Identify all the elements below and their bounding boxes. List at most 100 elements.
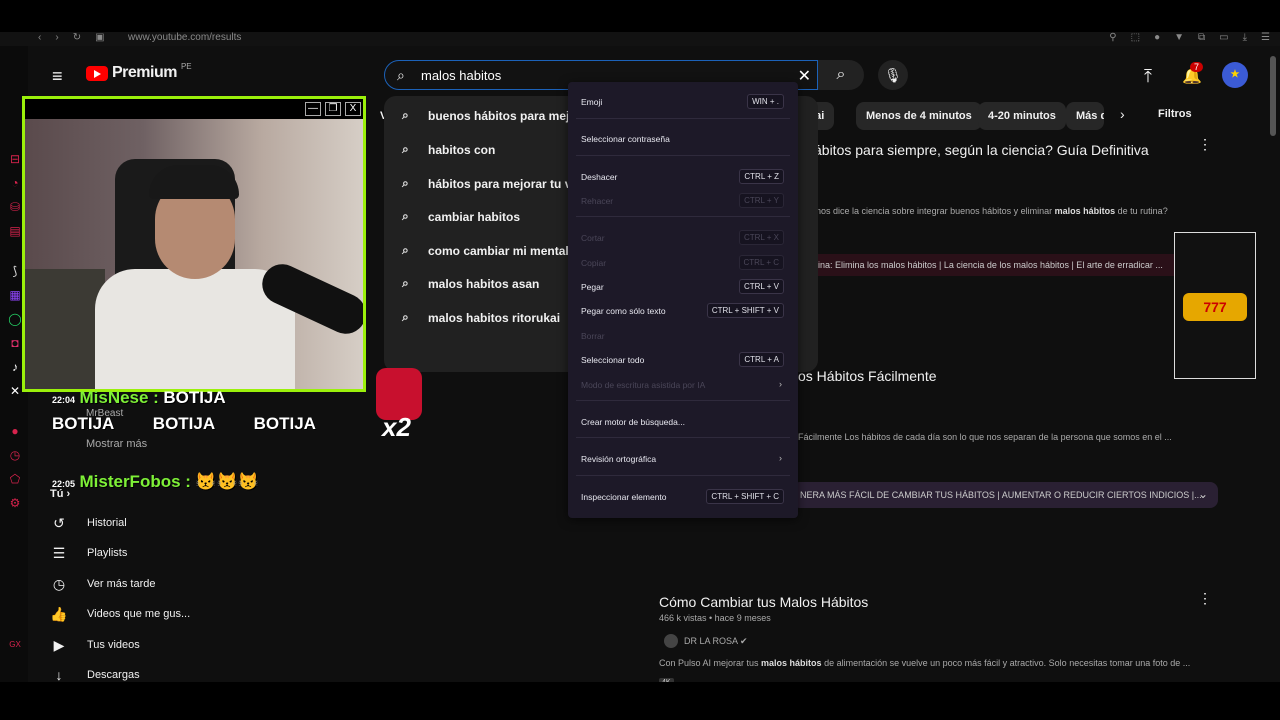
upload-icon[interactable]: ⤒ xyxy=(1144,66,1152,87)
vpn-icon[interactable]: ▼ xyxy=(1174,32,1184,43)
extension-icon[interactable]: ⚲ xyxy=(1109,32,1116,43)
menu-item-paste-plain[interactable]: Pegar como sólo texto CTRL + SHIFT + V xyxy=(568,302,798,320)
result-3-channel[interactable]: DR LA ROSA ✔ xyxy=(684,636,748,647)
minimize-icon[interactable]: — xyxy=(305,102,321,116)
result-1-title[interactable]: ábitos para siempre, según la ciencia? G… xyxy=(814,142,1149,158)
letterbox-bottom xyxy=(0,682,1280,720)
guide-item-downloads[interactable]: ↓ Descargas xyxy=(50,664,290,682)
logo-region: PE xyxy=(180,62,192,71)
result-1-chapters[interactable]: sciplina: Elimina los malos hábitos | La… xyxy=(792,254,1176,276)
search-icon: ⌕ xyxy=(402,310,409,324)
twitch-icon[interactable]: ▦ xyxy=(8,288,22,302)
result-2-title[interactable]: os Hábitos Fácilmente xyxy=(798,368,937,384)
whatsapp-icon[interactable]: ◯ xyxy=(8,312,22,326)
clock-icon: ◷ xyxy=(52,576,66,592)
menu-item-ai-writing: Modo de escritura asistida por IA › xyxy=(581,379,782,390)
gx-control-icon[interactable]: ◔ xyxy=(8,176,22,190)
playlist-icon: ☰ xyxy=(52,545,66,561)
youtube-play-icon xyxy=(86,65,108,81)
ad-thumbnail[interactable]: 777 xyxy=(1174,232,1256,379)
instagram-icon[interactable]: ◘ xyxy=(8,336,22,350)
tiktok-icon[interactable]: ♪ xyxy=(8,360,22,374)
chip[interactable]: Menos de 4 minutos xyxy=(856,102,982,130)
filters-button[interactable]: Filtros xyxy=(1158,108,1192,120)
search-input[interactable]: malos habitos xyxy=(421,68,501,83)
menu-item-create-search-engine[interactable]: Crear motor de búsqueda... xyxy=(568,413,798,431)
webcam-title-bar: — ❐ X xyxy=(25,99,363,119)
avatar[interactable]: ★ xyxy=(1222,62,1248,88)
wallet-icon[interactable]: ▭ xyxy=(1219,32,1228,43)
menu-item-spellcheck[interactable]: Revisión ortográfica › xyxy=(568,450,798,468)
slot-machine-icon: 777 xyxy=(1183,293,1247,321)
chip[interactable]: Más d xyxy=(1066,102,1104,130)
chat-line: 22:04 MisNese : BOTIJA xyxy=(52,388,226,407)
menu-item-select-password[interactable]: Seleccionar contraseña xyxy=(568,130,798,148)
result-3-title[interactable]: Cómo Cambiar tus Malos Hábitos xyxy=(659,594,868,610)
shield-icon[interactable]: ● xyxy=(1154,32,1160,43)
forward-icon[interactable]: › xyxy=(55,32,58,43)
snapshot-icon[interactable]: ⬚ xyxy=(1131,32,1140,43)
channel-avatar[interactable] xyxy=(664,634,678,648)
gx-tiktok-alt-icon[interactable]: ⟆ xyxy=(8,264,22,278)
extensions-icon[interactable]: ⬠ xyxy=(8,472,22,486)
screen: ‹ › ↻ ▣ www.youtube.com/results ⚲ ⬚ ● ▼ … xyxy=(0,0,1280,720)
search-icon: ⌕ xyxy=(402,209,409,223)
scrollbar[interactable] xyxy=(1270,56,1276,136)
close-icon[interactable]: X xyxy=(345,102,361,116)
menu-item-paste[interactable]: Pegar CTRL + V xyxy=(568,278,798,296)
chip[interactable]: 4-20 minutos xyxy=(978,102,1066,130)
chevron-right-icon: › xyxy=(779,453,782,463)
thumbs-up-icon: 👍 xyxy=(50,606,68,622)
menu-icon[interactable]: ☰ xyxy=(1261,32,1270,43)
menu-item-emoji[interactable]: Emoji WIN + . xyxy=(568,93,798,111)
maximize-icon[interactable]: ❐ xyxy=(325,102,341,116)
guide-item-liked-videos[interactable]: 👍 Videos que me gus... xyxy=(50,603,290,627)
guide-item-your-videos[interactable]: ▶ Tus videos xyxy=(50,634,290,658)
chevron-right-icon[interactable]: › xyxy=(1120,106,1125,122)
search-icon: ⌕ xyxy=(402,142,409,156)
microphone-icon: 🎙 xyxy=(884,67,902,83)
menu-item-delete: Borrar xyxy=(581,331,605,341)
guide-item-history[interactable]: ↺ Historial xyxy=(50,512,290,536)
search-icon: ⌕ xyxy=(836,66,846,83)
chat-line: 22:05 MisterFobos : 😾😾😾 xyxy=(52,472,259,491)
gx-logo-icon[interactable]: GX xyxy=(8,638,22,652)
url-field[interactable]: www.youtube.com/results xyxy=(128,32,241,43)
tabs-icon[interactable]: ▣ xyxy=(95,32,104,43)
download-icon[interactable]: ⤓ xyxy=(1243,32,1247,43)
chat-line: BOTIJA BOTIJA BOTIJA xyxy=(52,414,316,433)
more-options-icon[interactable]: ⋮ xyxy=(1198,590,1212,607)
search-icon: ⌕ xyxy=(402,176,409,190)
menu-item-cut: Cortar CTRL + X xyxy=(568,229,798,247)
menu-item-select-all[interactable]: Seleccionar todo CTRL + A xyxy=(568,351,798,369)
result-3-description: Con Pulso AI mejorar tus malos hábitos d… xyxy=(659,658,1191,668)
guide-item-watch-later[interactable]: ◷ Ver más tarde xyxy=(50,573,290,597)
search-button[interactable]: ⌕ xyxy=(818,60,864,90)
browser-address-bar: ‹ › ↻ ▣ www.youtube.com/results ⚲ ⬚ ● ▼ … xyxy=(0,32,1280,46)
guide-menu-icon[interactable]: ≡ xyxy=(52,67,68,85)
back-icon[interactable]: ‹ xyxy=(38,32,41,43)
menu-item-undo[interactable]: Deshacer CTRL + Z xyxy=(568,168,798,186)
gx-twitch-alt-icon[interactable]: ▤ xyxy=(8,224,22,238)
x-twitter-icon[interactable]: ✕ xyxy=(8,384,22,398)
history-icon[interactable]: ◷ xyxy=(8,448,22,462)
flow-icon[interactable]: ⧉ xyxy=(1198,32,1205,43)
show-more-button[interactable]: Mostrar más xyxy=(86,438,147,450)
browser-viewport: ‹ › ↻ ▣ www.youtube.com/results ⚲ ⬚ ● ▼ … xyxy=(0,32,1280,682)
menu-item-inspect[interactable]: Inspeccionar elemento CTRL + SHIFT + C xyxy=(568,488,798,506)
search-icon: ⌕ xyxy=(402,276,409,290)
reload-icon[interactable]: ↻ xyxy=(73,32,81,43)
youtube-logo[interactable]: Premium PE xyxy=(86,62,192,82)
chevron-down-icon[interactable]: ⌄ xyxy=(1198,487,1208,501)
result-2-chapters[interactable]: NERA MÁS FÁCIL DE CAMBIAR TUS HÁBITOS | … xyxy=(792,482,1218,508)
voice-search-button[interactable]: 🎙 xyxy=(878,60,908,90)
guide-item-playlists[interactable]: ☰ Playlists xyxy=(50,542,290,566)
music-icon[interactable]: ● xyxy=(8,424,22,438)
result-1-description: nos dice la ciencia sobre integrar bueno… xyxy=(816,206,1168,216)
clear-search-icon[interactable]: ✕ xyxy=(798,66,811,86)
gx-corner-icon[interactable]: ⊟ xyxy=(8,152,22,166)
gx-store-icon[interactable]: ⛁ xyxy=(8,200,22,214)
settings-icon[interactable]: ⚙ xyxy=(8,496,22,510)
more-options-icon[interactable]: ⋮ xyxy=(1198,136,1212,153)
chevron-right-icon: › xyxy=(779,379,782,389)
